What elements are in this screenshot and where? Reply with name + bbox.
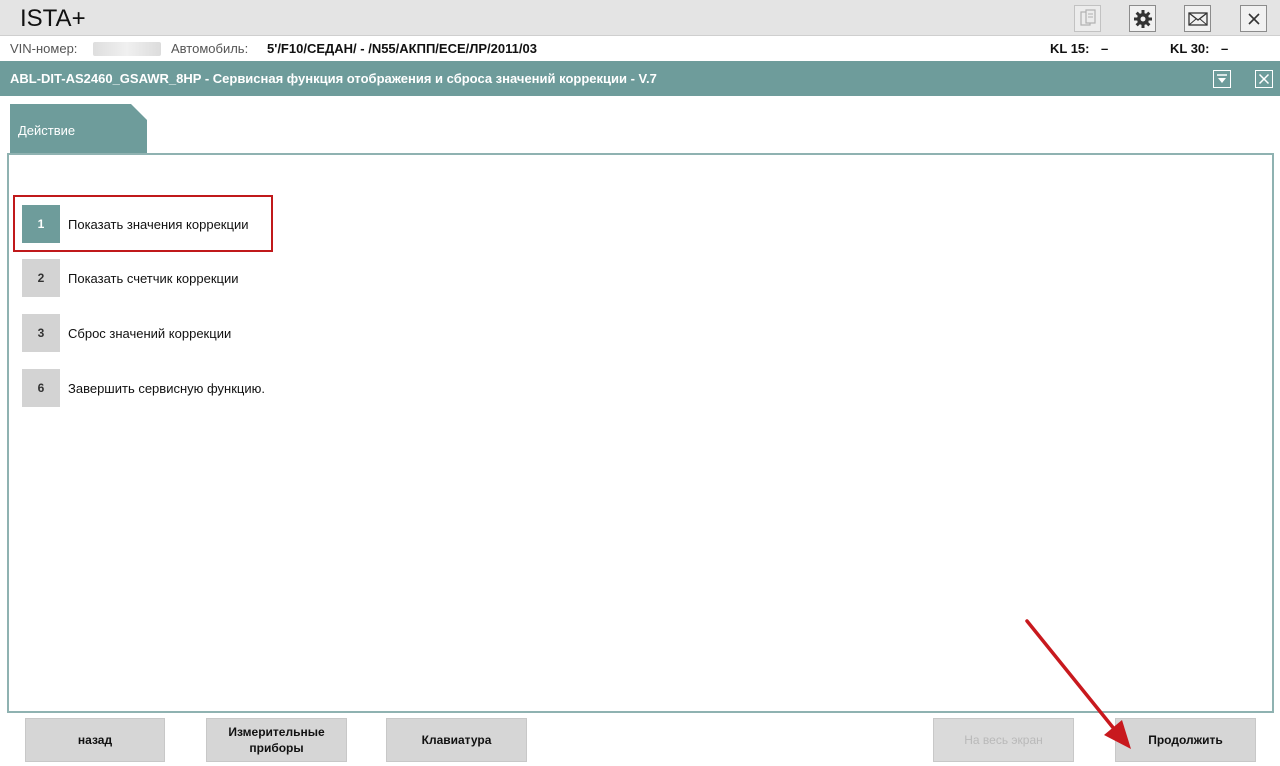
keyboard-button[interactable]: Клавиатура [386,718,527,762]
continue-button[interactable]: Продолжить [1115,718,1256,762]
service-function-title: ABL-DIT-AS2460_GSAWR_8HP - Сервисная фун… [10,71,657,86]
close-icon [1247,12,1260,25]
gear-icon [1133,9,1152,28]
measuring-devices-line2: приборы [249,741,304,755]
collapse-button[interactable] [1213,70,1231,88]
kl15-label: KL 15: [1050,41,1090,56]
vehicle-value: 5'/F10/СЕДАН/ - /N55/АКПП/ECE/ЛР/2011/03 [267,41,537,56]
service-function-header: ABL-DIT-AS2460_GSAWR_8HP - Сервисная фун… [0,61,1280,96]
vin-value-redacted [93,42,161,56]
title-bar: ISTA+ [0,0,1280,36]
menu-item-label: Завершить сервисную функцию. [68,380,265,396]
keyboard-button-label: Клавиатура [421,733,492,747]
back-button-label: назад [77,733,113,747]
dropdown-icon [1217,74,1227,83]
tab-action-label: Действие [18,123,76,138]
back-button[interactable]: назад [25,718,165,762]
mail-icon [1187,11,1208,26]
kl30-value: – [1221,41,1229,56]
fullscreen-button[interactable]: На весь экран [933,718,1074,762]
vehicle-label: Автомобиль: [171,41,249,56]
kl15-value: – [1101,41,1109,56]
menu-item-label: Показать счетчик коррекции [68,270,239,286]
continue-button-label: Продолжить [1148,733,1223,747]
close-window-button[interactable] [1240,5,1267,32]
menu-item-finish-service-function[interactable]: 6 Завершить сервисную функцию. [22,369,265,407]
settings-button[interactable] [1129,5,1156,32]
kl30-label: KL 30: [1170,41,1210,56]
vehicle-info-bar: VIN-номер: Автомобиль: 5'/F10/СЕДАН/ - /… [0,37,1280,61]
ista-window: ISTA+ VIN-номер: Автомобиль: 5'/F10/СЕДА… [0,0,1280,766]
document-icon [1079,8,1096,26]
measuring-devices-button[interactable]: Измерительные приборы [206,718,347,762]
document-button[interactable] [1074,5,1101,32]
menu-item-number: 2 [22,259,60,297]
measuring-devices-line1: Измерительные [228,725,325,739]
close-icon [1258,73,1270,85]
vin-label: VIN-номер: [10,41,78,56]
tab-action[interactable]: Действие [10,104,147,154]
fullscreen-button-label: На весь экран [964,733,1043,747]
mail-button[interactable] [1184,5,1211,32]
menu-item-show-correction-counter[interactable]: 2 Показать счетчик коррекции [22,259,239,297]
menu-item-number: 6 [22,369,60,407]
menu-item-number: 3 [22,314,60,352]
selection-highlight-box [13,195,273,252]
close-function-button[interactable] [1255,70,1273,88]
app-title: ISTA+ [20,5,86,32]
menu-item-label: Сброс значений коррекции [68,325,232,341]
measuring-devices-label: Измерительные приборы [228,724,324,756]
menu-item-reset-correction-values[interactable]: 3 Сброс значений коррекции [22,314,231,352]
